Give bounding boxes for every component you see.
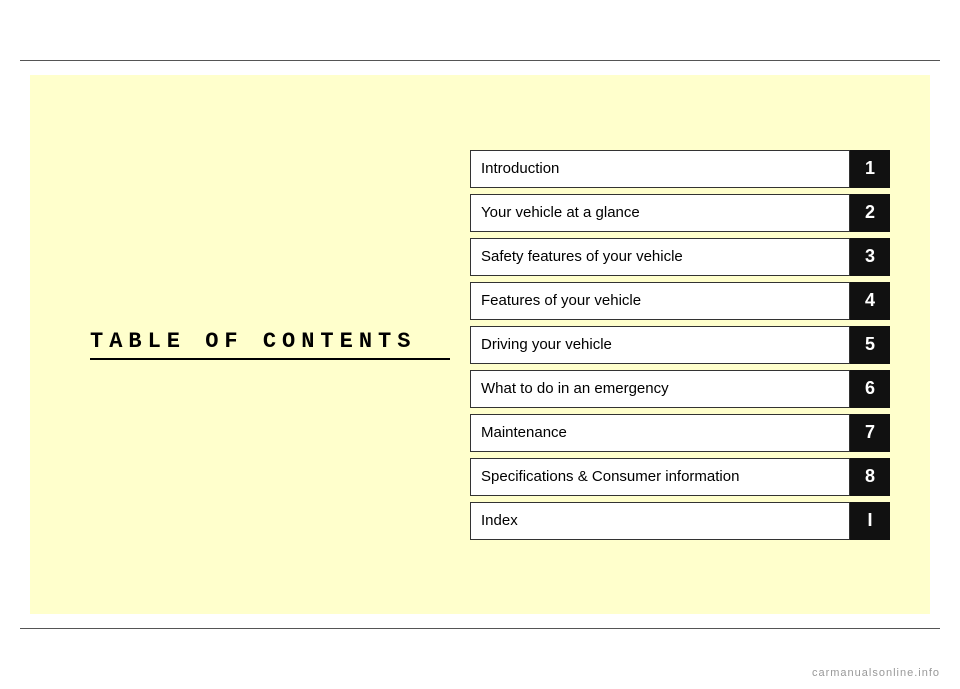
toc-item-number: 4	[850, 282, 890, 320]
toc-item-number: 5	[850, 326, 890, 364]
left-section: TABLE OF CONTENTS	[70, 329, 450, 360]
toc-title: TABLE OF CONTENTS	[90, 329, 450, 360]
toc-row[interactable]: IndexI	[470, 502, 890, 540]
toc-item-label: Safety features of your vehicle	[470, 238, 850, 276]
toc-item-number: 8	[850, 458, 890, 496]
main-panel: TABLE OF CONTENTS Introduction1Your vehi…	[30, 75, 930, 614]
toc-item-label: Your vehicle at a glance	[470, 194, 850, 232]
toc-item-number: 3	[850, 238, 890, 276]
toc-item-number: 2	[850, 194, 890, 232]
top-rule	[20, 60, 940, 61]
bottom-rule	[20, 628, 940, 629]
toc-item-label: What to do in an emergency	[470, 370, 850, 408]
toc-row[interactable]: What to do in an emergency6	[470, 370, 890, 408]
toc-row[interactable]: Safety features of your vehicle3	[470, 238, 890, 276]
toc-item-label: Introduction	[470, 150, 850, 188]
toc-row[interactable]: Maintenance7	[470, 414, 890, 452]
toc-item-number: I	[850, 502, 890, 540]
toc-item-label: Specifications & Consumer information	[470, 458, 850, 496]
toc-item-label: Driving your vehicle	[470, 326, 850, 364]
toc-item-label: Maintenance	[470, 414, 850, 452]
toc-item-label: Index	[470, 502, 850, 540]
toc-item-number: 7	[850, 414, 890, 452]
toc-row[interactable]: Specifications & Consumer information8	[470, 458, 890, 496]
toc-item-number: 1	[850, 150, 890, 188]
toc-list: Introduction1Your vehicle at a glance2Sa…	[450, 150, 890, 540]
toc-row[interactable]: Introduction1	[470, 150, 890, 188]
toc-row[interactable]: Your vehicle at a glance2	[470, 194, 890, 232]
watermark: carmanualsonline.info	[812, 667, 940, 679]
toc-row[interactable]: Driving your vehicle5	[470, 326, 890, 364]
toc-row[interactable]: Features of your vehicle4	[470, 282, 890, 320]
toc-item-label: Features of your vehicle	[470, 282, 850, 320]
toc-item-number: 6	[850, 370, 890, 408]
